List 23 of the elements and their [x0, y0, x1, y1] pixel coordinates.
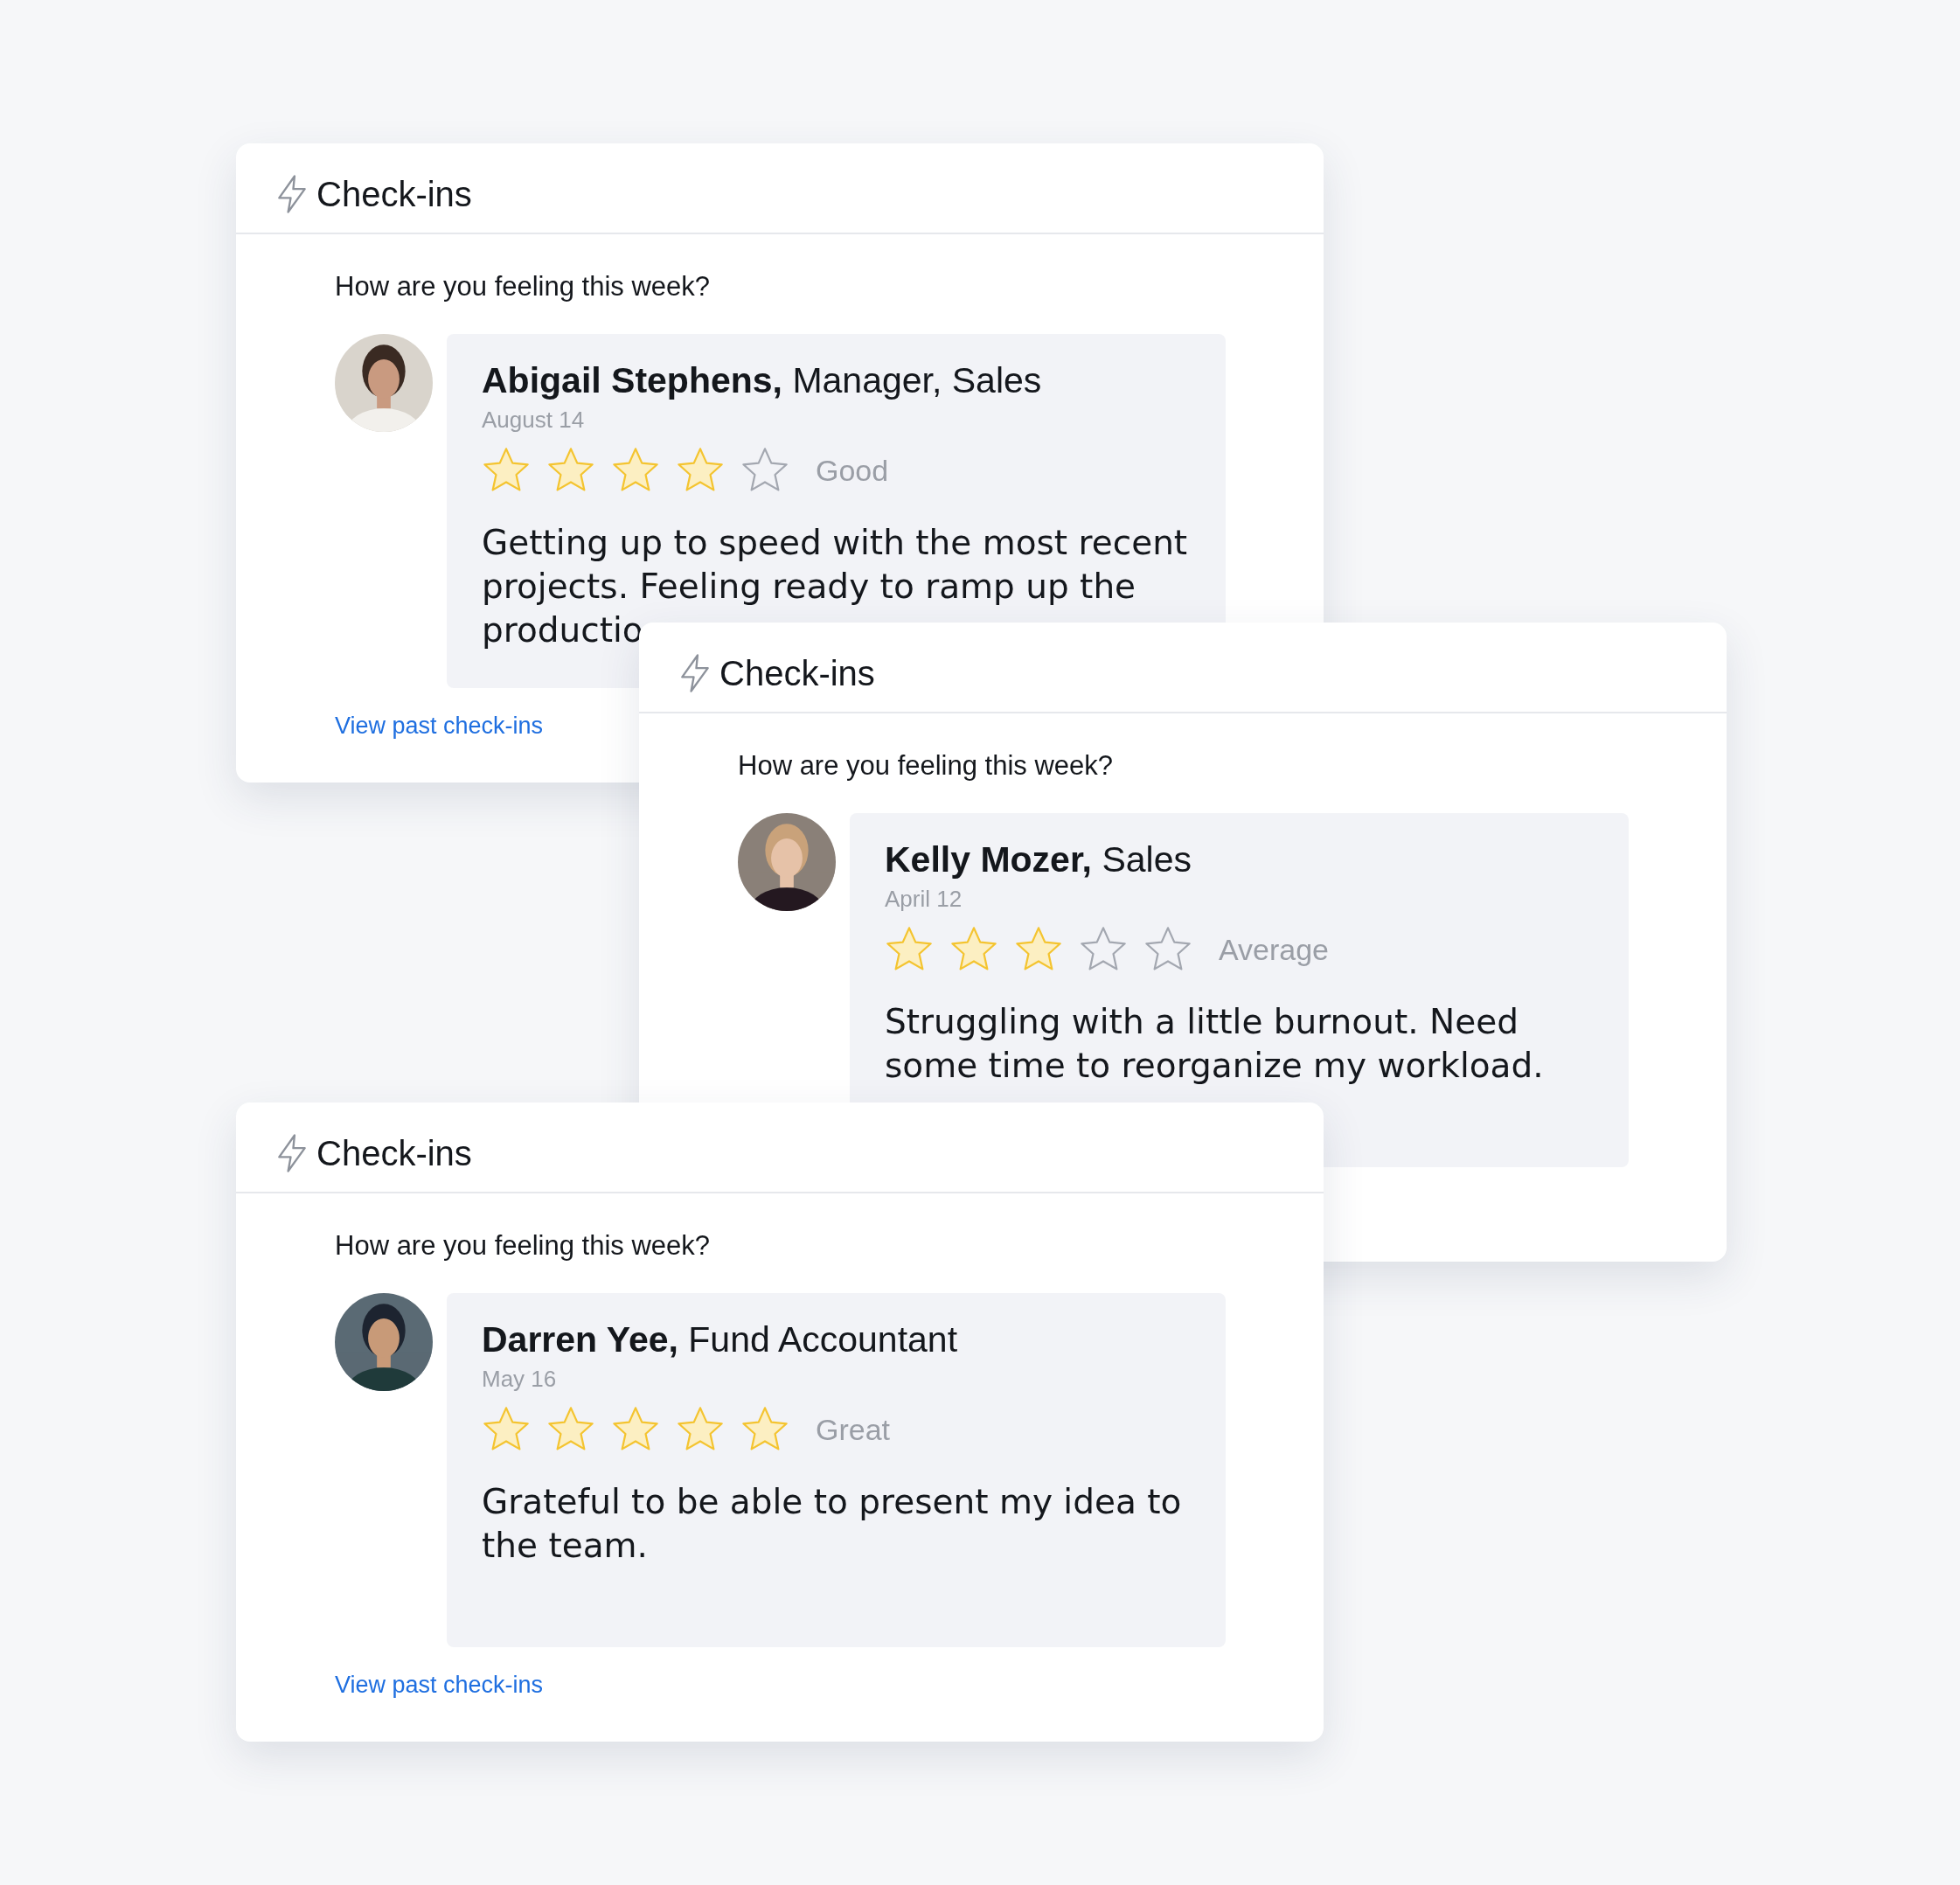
question-text: How are you feeling this week?	[335, 271, 712, 303]
comment-text: Grateful to be able to present my idea to the team.	[482, 1481, 1183, 1567]
comment-text: Struggling with a little burnout. Need some time to reorganize my workload.	[885, 1001, 1545, 1087]
checkin-date: August 14	[482, 407, 586, 434]
view-past-link[interactable]: View past check-ins	[335, 713, 544, 740]
question-text: How are you feeling this week?	[335, 1230, 712, 1262]
card-title: Check-ins	[316, 174, 472, 214]
person-name: Kelly Mozer, Sales	[885, 839, 1192, 880]
lightning-icon	[276, 175, 308, 213]
card-title: Check-ins	[719, 653, 875, 693]
rating-label: Average	[1219, 932, 1330, 967]
rating-label: Good	[816, 453, 889, 488]
card-title: Check-ins	[316, 1133, 472, 1173]
checkin-date: April 12	[885, 886, 963, 913]
checkin-date: May 16	[482, 1366, 558, 1393]
person-name: Abigail Stephens, Manager, Sales	[482, 360, 1043, 401]
question-text: How are you feeling this week?	[738, 750, 1115, 782]
view-past-link[interactable]: View past check-ins	[335, 1672, 544, 1699]
comment-text: Getting up to speed with the most recent projects. Feeling ready to ramp up the productio	[482, 522, 1189, 651]
lightning-icon	[276, 1134, 308, 1172]
person-name: Darren Yee, Fund Accountant	[482, 1319, 959, 1360]
lightning-icon	[679, 654, 711, 692]
rating-label: Great	[816, 1412, 891, 1447]
